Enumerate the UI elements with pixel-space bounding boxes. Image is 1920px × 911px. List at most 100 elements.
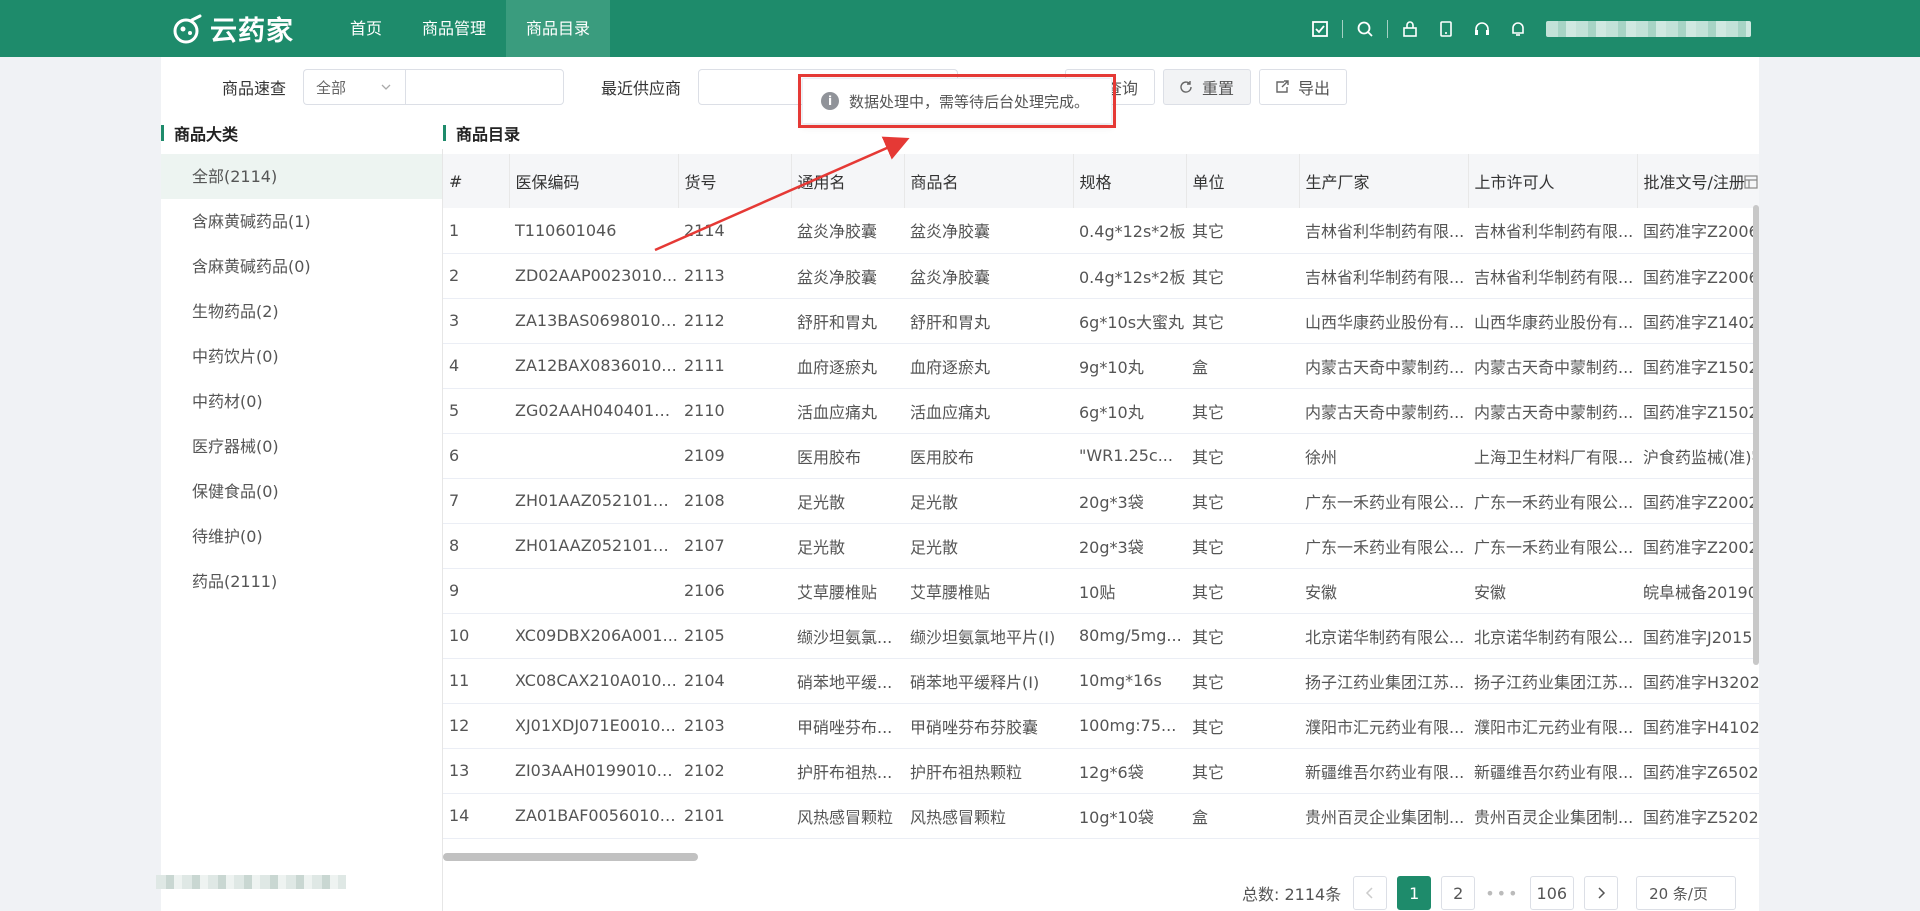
quick-search-input[interactable]	[405, 69, 564, 105]
nav-product-catalog[interactable]: 商品目录	[506, 0, 611, 57]
table-row[interactable]: 11 XC08CAX210A010... 2104 硝苯地平缓... 硝苯地平缓释片(Ⅰ…	[443, 658, 1759, 704]
vertical-scrollbar[interactable]	[1753, 205, 1759, 665]
chevron-left-icon	[1366, 887, 1373, 899]
category-item[interactable]: 中药材(0)	[161, 379, 442, 424]
table-row[interactable]: 14 ZA01BAF00560101... 2101 风热感冒颗粒 风热感冒颗粒 10g*…	[443, 793, 1759, 839]
table-cell: ZA01BAF00560101...	[509, 793, 678, 839]
table-cell: 盆炎净胶囊	[791, 253, 904, 299]
category-item[interactable]: 全部(2114)	[161, 154, 442, 199]
table-row[interactable]: 4 ZA12BAX0836010... 2111 血府逐瘀丸 血府逐瘀丸 9g*10丸盒内…	[443, 343, 1759, 389]
table-cell: 扬子江药业集团江苏...	[1468, 658, 1637, 704]
table-cell: 内蒙古天奇中蒙制药...	[1299, 388, 1468, 434]
category-item[interactable]: 药品(2111)	[161, 559, 442, 604]
table-cell: 甲硝唑芬布芬胶囊	[904, 703, 1073, 749]
table-row[interactable]: 5 ZG02AAH0404010... 2110 活血应痛丸 活血应痛丸 6g*10丸 其它…	[443, 388, 1759, 434]
column-header[interactable]: 货号	[678, 154, 792, 208]
headset-icon[interactable]	[1472, 19, 1492, 39]
next-page-button[interactable]	[1584, 876, 1619, 910]
table-row[interactable]: 13 ZI03AAH01990101... 2102 护肝布祖热... 护肝布祖热颗粒 1…	[443, 748, 1759, 794]
column-header[interactable]: 单位	[1186, 154, 1300, 208]
catalog-table-container: # 医保编码 货号 通用名 商品名 规格 单位 生产厂家 上市许可人 批准文号/注册 1 T1106…	[443, 154, 1759, 859]
toolbar-divider	[1342, 19, 1343, 38]
column-header[interactable]: 生产厂家	[1299, 154, 1469, 208]
main-nav: 首页 商品管理 商品目录	[330, 0, 611, 57]
category-item[interactable]: 保健食品(0)	[161, 469, 442, 514]
table-cell: 国药准字Z15020	[1637, 343, 1759, 389]
table-cell: 2113	[678, 253, 791, 299]
nav-product-management[interactable]: 商品管理	[402, 0, 506, 57]
table-cell: 风热感冒颗粒	[904, 793, 1073, 839]
category-item[interactable]: 生物药品(2)	[161, 289, 442, 334]
column-header[interactable]: 医保编码	[509, 154, 679, 208]
table-cell: 风热感冒颗粒	[791, 793, 904, 839]
column-settings-icon[interactable]	[1744, 175, 1758, 189]
table-cell: 2101	[678, 793, 791, 839]
reset-button[interactable]: 重置	[1163, 69, 1252, 105]
column-header[interactable]: 通用名	[791, 154, 905, 208]
nav-home[interactable]: 首页	[330, 0, 402, 57]
table-row[interactable]: 1 T110601046 2114 盆炎净胶囊 盆炎净胶囊 0.4g*12s*2板 其它 吉林…	[443, 208, 1759, 254]
table-row[interactable]: 6 2109 医用胶布 医用胶布 "WR1.25c... 其它 徐州 上海卫生材料厂有限...…	[443, 433, 1759, 479]
table-cell: 13	[443, 748, 509, 794]
table-cell: 安徽	[1468, 568, 1637, 614]
table-cell: 吉林省利华制药有限...	[1299, 208, 1468, 254]
column-header[interactable]: 上市许可人	[1468, 154, 1638, 208]
table-cell: 0.4g*12s*2板	[1073, 253, 1186, 299]
table-cell: 山西华康药业股份有...	[1299, 298, 1468, 344]
tablet-icon[interactable]	[1436, 19, 1456, 39]
table-cell: 吉林省利华制药有限...	[1468, 208, 1637, 254]
category-item[interactable]: 含麻黄碱药品(1)	[161, 199, 442, 244]
catalog-title: 商品目录	[443, 121, 520, 145]
more-pages-ellipsis[interactable]: •••	[1485, 884, 1519, 903]
table-cell: 8	[443, 523, 509, 569]
table-cell: XC08CAX210A010...	[509, 658, 678, 704]
refresh-icon	[1180, 81, 1192, 93]
table-cell: 10g*10袋	[1073, 793, 1186, 839]
search-icon[interactable]	[1355, 19, 1375, 39]
category-item[interactable]: 医疗器械(0)	[161, 424, 442, 469]
table-row[interactable]: 7 ZH01AAZ0521010... 2108 足光散 足光散 20g*3袋 其它 广东一禾…	[443, 478, 1759, 524]
table-row[interactable]: 9 2106 艾草腰椎贴 艾草腰椎贴 10贴 其它 安徽 安徽 皖阜械备201900	[443, 568, 1759, 614]
lock-icon[interactable]	[1400, 19, 1420, 39]
page-button[interactable]: 106	[1529, 876, 1575, 910]
table-cell: 10贴	[1073, 568, 1186, 614]
table-cell: 其它	[1186, 703, 1299, 749]
category-item[interactable]: 待维护(0)	[161, 514, 442, 559]
column-header[interactable]: 商品名	[904, 154, 1074, 208]
table-cell: 2102	[678, 748, 791, 794]
column-header[interactable]: 批准文号/注册	[1637, 154, 1759, 208]
table-cell: 舒肝和胃丸	[791, 298, 904, 344]
table-row[interactable]: 2 ZD02AAP0023010... 2113 盆炎净胶囊 盆炎净胶囊 0.4g*12s…	[443, 253, 1759, 299]
page-size-value: 20 条/页	[1649, 884, 1708, 903]
category-item[interactable]: 中药饮片(0)	[161, 334, 442, 379]
table-cell: ZH01AAZ0521010...	[509, 523, 678, 569]
table-row[interactable]: 8 ZH01AAZ0521010... 2107 足光散 足光散 20g*3袋 其它 广东一禾…	[443, 523, 1759, 569]
main-panel: 商品速查 全部 最近供应商 查询 重置 导出 商品大类 全部(2114) 含麻黄…	[156, 57, 1759, 911]
table-cell: T110601046	[509, 208, 678, 254]
page-button[interactable]: 2	[1441, 876, 1476, 910]
column-header[interactable]: #	[443, 154, 510, 208]
checkbox-icon[interactable]	[1310, 19, 1330, 39]
table-cell: 6g*10s大蜜丸	[1073, 298, 1186, 344]
table-cell: 2107	[678, 523, 791, 569]
table-cell: 其它	[1186, 523, 1299, 569]
table-row[interactable]: 12 XJ01XDJ071E0010... 2103 甲硝唑芬布... 甲硝唑芬布芬胶囊…	[443, 703, 1759, 749]
page-size-select[interactable]: 20 条/页	[1636, 876, 1737, 910]
table-cell: 广东一禾药业有限公...	[1299, 478, 1468, 524]
quick-search-type-select[interactable]: 全部	[303, 69, 405, 105]
horizontal-scrollbar[interactable]	[443, 853, 698, 861]
table-cell: 濮阳市汇元药业有限...	[1299, 703, 1468, 749]
title-accent-bar	[443, 125, 446, 141]
page-button[interactable]: 1	[1397, 876, 1432, 910]
table-row[interactable]: 10 XC09DBX206A001... 2105 缬沙坦氨氯... 缬沙坦氨氯地平片(…	[443, 613, 1759, 659]
prev-page-button[interactable]	[1353, 876, 1388, 910]
user-info-blurred[interactable]	[1546, 20, 1751, 37]
app-logo[interactable]: 云药家	[170, 0, 320, 57]
category-item[interactable]: 含麻黄碱药品(0)	[161, 244, 442, 289]
pagination: 总数: 2114条 1 2 ••• 106 20 条/页	[1242, 875, 1737, 911]
bell-icon[interactable]	[1508, 19, 1528, 39]
table-row[interactable]: 3 ZA13BAS06980101... 2112 舒肝和胃丸 舒肝和胃丸 6g*10s大…	[443, 298, 1759, 344]
export-button[interactable]: 导出	[1259, 69, 1348, 105]
column-header[interactable]: 规格	[1073, 154, 1187, 208]
table-cell: 广东一禾药业有限公...	[1468, 478, 1637, 524]
